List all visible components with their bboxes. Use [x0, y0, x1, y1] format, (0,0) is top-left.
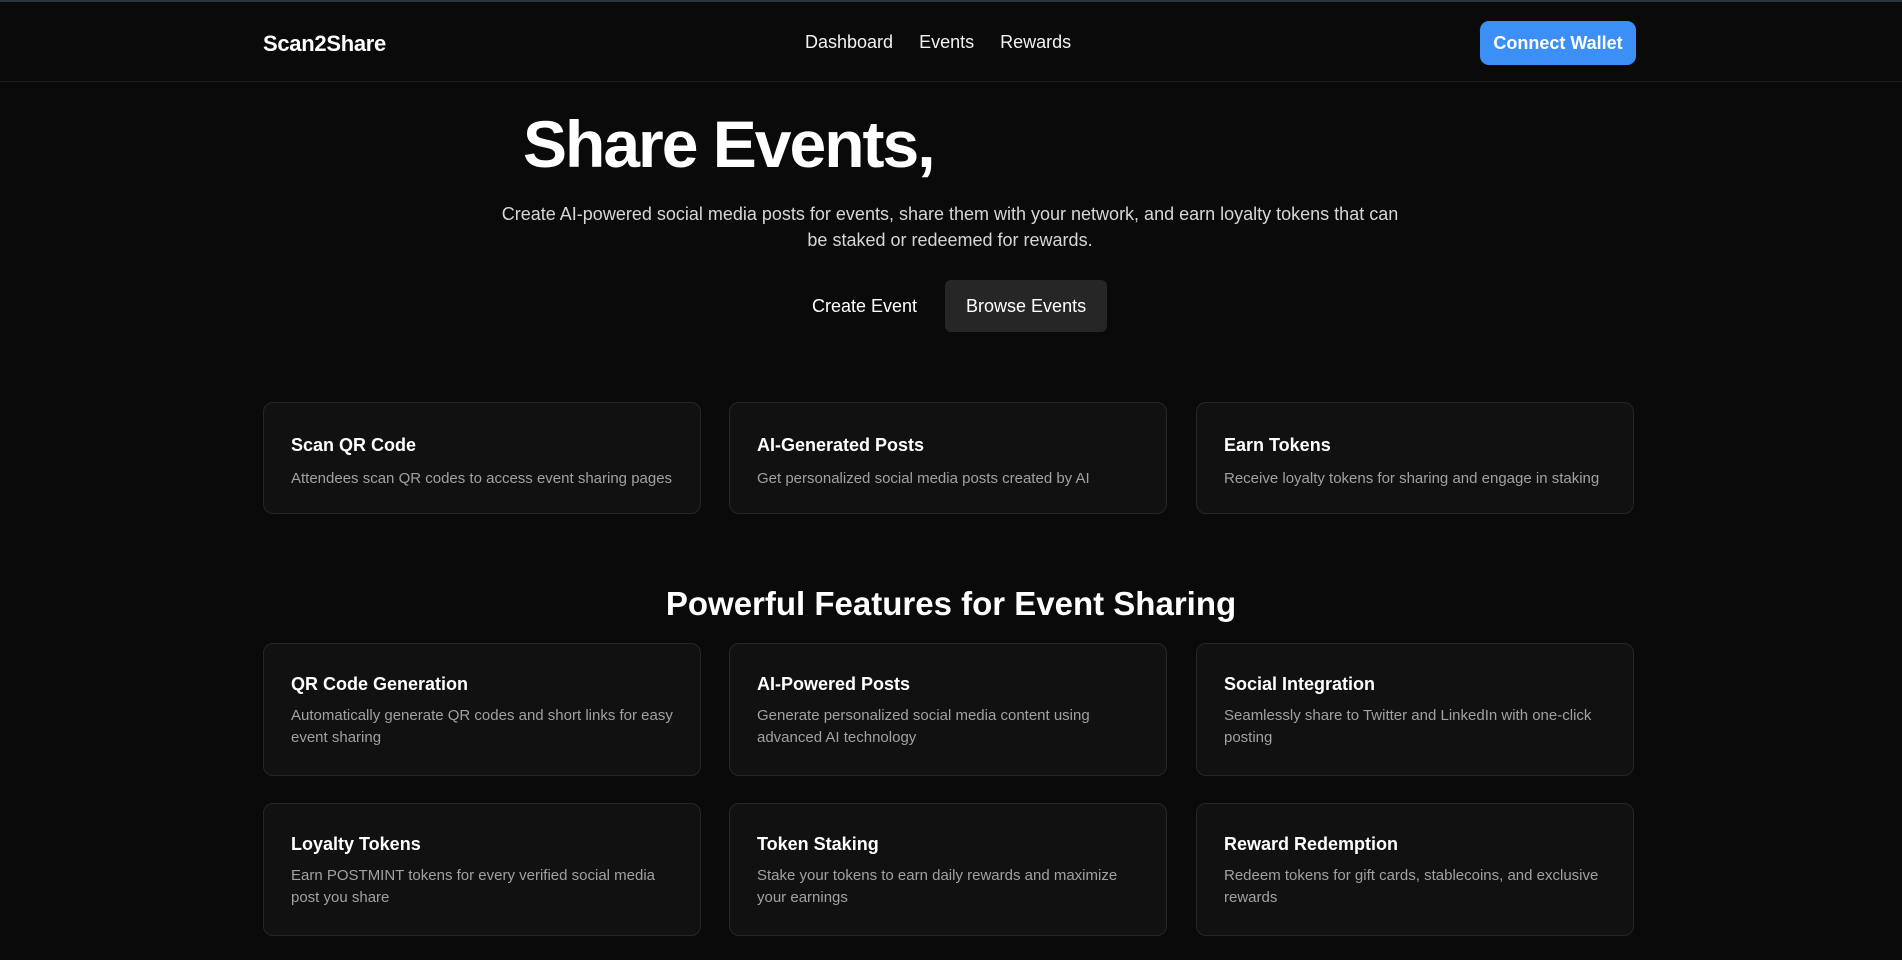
create-event-button[interactable]: Create Event [792, 280, 937, 332]
step-card-ai-posts: AI-Generated Posts Get personalized soci… [729, 402, 1167, 514]
feature-card-reward-redemption: Reward Redemption Redeem tokens for gift… [1196, 803, 1634, 936]
feature-card-title: QR Code Generation [291, 674, 469, 694]
hero-actions: Create Event Browse Events [792, 280, 1108, 332]
feature-card-title: AI-Powered Posts [757, 674, 911, 694]
browse-events-button[interactable]: Browse Events [945, 280, 1108, 332]
feature-card-desc: Stake your tokens to earn daily rewards … [757, 867, 1118, 906]
feature-card-loyalty-tokens: Loyalty Tokens Earn POSTMINT tokens for … [263, 803, 701, 936]
brand-logo[interactable]: Scan2Share [263, 31, 386, 57]
feature-card-desc: Automatically generate QR codes and shor… [291, 707, 673, 746]
step-card-title: Scan QR Code [291, 435, 417, 455]
hero-title: Share Events, [523, 107, 936, 181]
step-card-scan-qr: Scan QR Code Attendees scan QR codes to … [263, 402, 701, 514]
step-card-title: AI-Generated Posts [757, 435, 925, 455]
feature-card-qr-generation: QR Code Generation Automatically generat… [263, 643, 701, 776]
hero-subtitle: Create AI-powered social media posts for… [501, 204, 1399, 250]
nav-link-rewards[interactable]: Rewards [1000, 32, 1071, 53]
step-card-desc: Attendees scan QR codes to access event … [291, 470, 673, 487]
step-card-desc: Receive loyalty tokens for sharing and e… [1224, 470, 1600, 487]
step-card-desc: Get personalized social media posts crea… [757, 470, 1090, 487]
nav-link-events[interactable]: Events [919, 32, 974, 53]
step-card-earn-tokens: Earn Tokens Receive loyalty tokens for s… [1196, 402, 1634, 514]
nav-link-dashboard[interactable]: Dashboard [805, 32, 893, 53]
feature-card-title: Loyalty Tokens [291, 834, 421, 854]
feature-card-desc: Generate personalized social media conte… [757, 707, 1090, 746]
step-card-title: Earn Tokens [1224, 435, 1331, 455]
feature-card-title: Reward Redemption [1224, 834, 1399, 854]
connect-wallet-button[interactable]: Connect Wallet [1480, 21, 1636, 65]
feature-card-title: Token Staking [757, 834, 879, 854]
feature-card-title: Social Integration [1224, 674, 1376, 694]
top-navbar: Scan2Share Dashboard Events Rewards Conn… [0, 2, 1902, 82]
feature-card-desc: Earn POSTMINT tokens for every verified … [291, 867, 656, 906]
feature-card-token-staking: Token Staking Stake your tokens to earn … [729, 803, 1167, 936]
feature-card-social-integration: Social Integration Seamlessly share to T… [1196, 643, 1634, 776]
feature-card-ai-posts: AI-Powered Posts Generate personalized s… [729, 643, 1167, 776]
features-heading: Powerful Features for Event Sharing [665, 585, 1237, 622]
feature-card-desc: Seamlessly share to Twitter and LinkedIn… [1224, 707, 1592, 746]
main-nav: Dashboard Events Rewards [805, 32, 1071, 53]
feature-card-desc: Redeem tokens for gift cards, stablecoin… [1224, 867, 1599, 906]
